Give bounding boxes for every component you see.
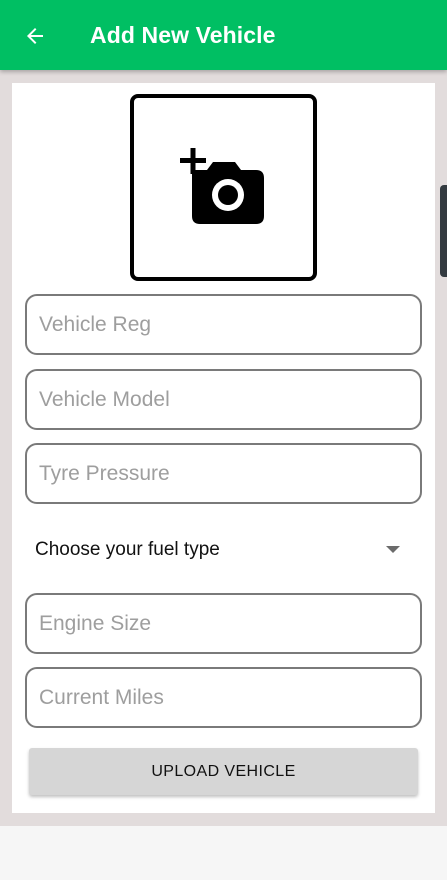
fuel-type-selected: Choose your fuel type: [35, 539, 220, 560]
back-button[interactable]: [14, 15, 56, 57]
scroll-handle[interactable]: [440, 185, 447, 277]
engine-size-input[interactable]: [39, 611, 420, 636]
bottom-area: [0, 826, 447, 880]
arrow-left-icon: [27, 28, 43, 44]
page-title: Add New Vehicle: [90, 22, 276, 48]
add-photo-button[interactable]: [130, 94, 317, 281]
add-a-photo-icon: [179, 147, 264, 224]
tyre-pressure-field[interactable]: [25, 443, 422, 504]
vehicle-reg-field[interactable]: [25, 294, 422, 355]
engine-size-field[interactable]: [25, 593, 422, 654]
fuel-type-dropdown[interactable]: Choose your fuel type: [26, 528, 422, 572]
vehicle-model-input[interactable]: [39, 387, 420, 412]
current-miles-field[interactable]: [25, 667, 422, 728]
dropdown-arrow-icon: [386, 546, 400, 553]
tyre-pressure-input[interactable]: [39, 461, 420, 486]
upload-vehicle-button[interactable]: UPLOAD VEHICLE: [29, 748, 418, 795]
current-miles-input[interactable]: [39, 685, 420, 710]
vehicle-reg-input[interactable]: [39, 312, 420, 337]
vehicle-model-field[interactable]: [25, 369, 422, 430]
app-bar: Add New Vehicle: [0, 0, 447, 70]
